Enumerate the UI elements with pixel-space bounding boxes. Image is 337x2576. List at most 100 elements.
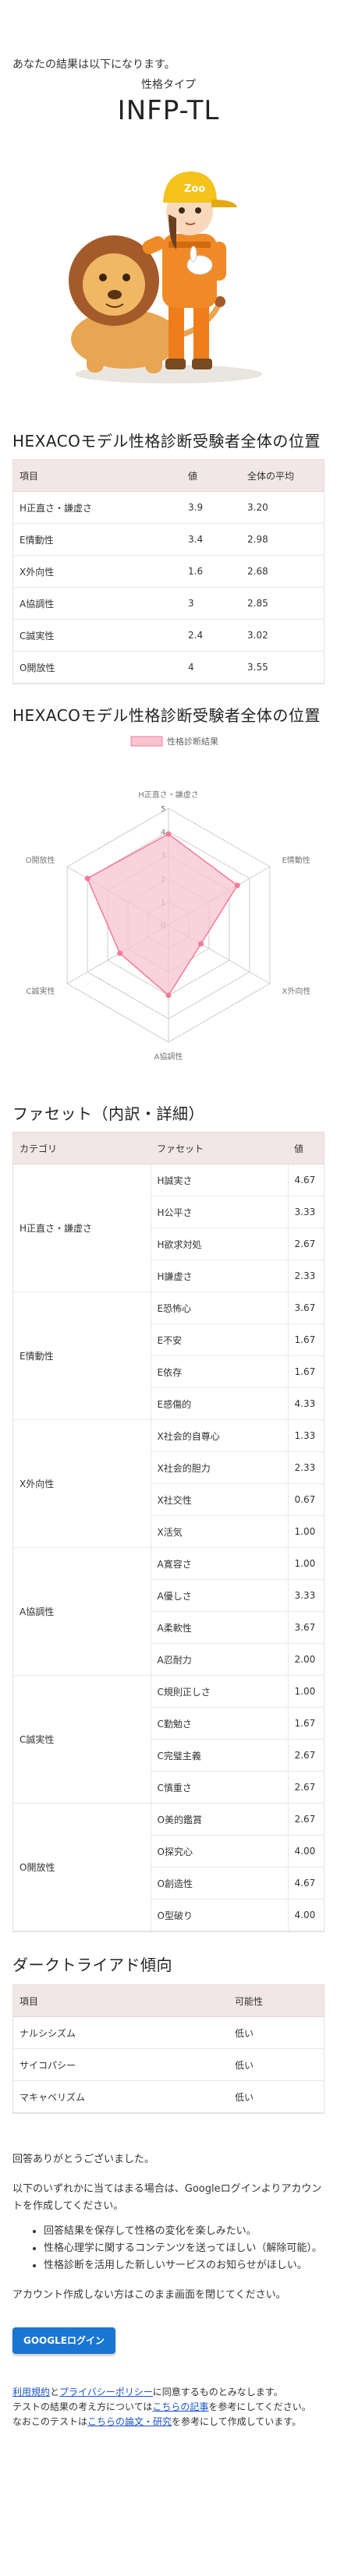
table-row: ナルシシズム 低い bbox=[13, 2016, 324, 2049]
facet-name: O型破り bbox=[151, 1899, 289, 1931]
table-row: A協調性 3 2.85 bbox=[13, 587, 324, 620]
facet-table: カテゴリ ファセット 値 H正直さ・謙虚さ H誠実さ 4.67 H公平さ 3.33 H欲求… bbox=[12, 1132, 325, 1932]
zookeeper-lion-illustration: Zoo bbox=[69, 171, 262, 383]
facet-name: H欲求対処 bbox=[151, 1228, 289, 1260]
data-point bbox=[117, 950, 123, 956]
hexaco-table: 項目 値 全体の平均 H正直さ・謙虚さ 3.9 3.20 E情動性 3.4 2.98 X… bbox=[12, 459, 325, 684]
table-row: サイコパシー 低い bbox=[13, 2048, 324, 2081]
facet-name: X社会的自尊心 bbox=[151, 1419, 289, 1452]
google-login-button[interactable]: GOOGLEログイン bbox=[12, 2327, 115, 2354]
facet-value: 1.00 bbox=[288, 1515, 324, 1548]
facet-name: X社交性 bbox=[151, 1483, 289, 1516]
row-label: A協調性 bbox=[13, 587, 182, 620]
dark-triad-header-possibility: 可能性 bbox=[229, 1985, 324, 2017]
terms-link[interactable]: 利用規約 bbox=[12, 2387, 50, 2398]
axis-label: O開放性 bbox=[26, 855, 55, 865]
article-link[interactable]: こちらの記事 bbox=[152, 2401, 208, 2412]
facet-header-category: カテゴリ bbox=[13, 1133, 151, 1164]
hexaco-header-item: 項目 bbox=[13, 460, 182, 492]
row-value: 低い bbox=[229, 2080, 324, 2113]
cap-text: Zoo bbox=[184, 183, 205, 195]
concept-post-text: を参考にしてください。 bbox=[208, 2401, 311, 2412]
list-item: 回答結果を保存して性格の変化を楽しみたい。 bbox=[44, 2223, 325, 2240]
facet-value: 1.67 bbox=[288, 1355, 324, 1388]
facet-title: ファセット（内訳・詳細） bbox=[12, 1104, 204, 1123]
table-row: H正直さ・謙虚さ H誠実さ 4.67 bbox=[13, 1164, 324, 1292]
row-label: E情動性 bbox=[13, 523, 182, 556]
facet-name: A寛容さ bbox=[151, 1547, 289, 1580]
table-row: X外向性 X社会的自尊心 1.33 bbox=[13, 1419, 324, 1548]
facet-name: C完璧主義 bbox=[151, 1739, 289, 1772]
facet-header-facet: ファセット bbox=[151, 1133, 288, 1164]
facet-value: 4.33 bbox=[288, 1387, 324, 1420]
facet-value: 3.67 bbox=[288, 1611, 324, 1644]
result-page: あなたの結果は以下になります。 性格タイプ INFP-TL Zoo HEXACO… bbox=[0, 56, 337, 2429]
facet-name: O探究心 bbox=[151, 1835, 289, 1868]
row-average: 2.85 bbox=[241, 587, 324, 620]
facet-value: 1.33 bbox=[288, 1419, 324, 1452]
row-average: 3.02 bbox=[241, 619, 324, 652]
facet-name: H謙虚さ bbox=[151, 1260, 289, 1292]
concept-pre-text: テストの結果の考え方については bbox=[12, 2401, 153, 2412]
agree-text: に同意するものとみなします。 bbox=[152, 2387, 283, 2398]
facet-category: O開放性 bbox=[13, 1803, 151, 1931]
table-row: O開放性 4 3.55 bbox=[13, 651, 324, 684]
close-note: アカウント作成しない方はこのまま画面を閉じてください。 bbox=[12, 2289, 286, 2301]
facet-value: 4.00 bbox=[288, 1835, 324, 1868]
row-average: 2.98 bbox=[241, 523, 324, 556]
table-row: E情動性 3.4 2.98 bbox=[13, 523, 324, 556]
intro-text: あなたの結果は以下になります。 bbox=[12, 58, 176, 71]
row-value: 低い bbox=[229, 2048, 324, 2081]
facet-value: 2.67 bbox=[288, 1803, 324, 1836]
facet-category: X外向性 bbox=[13, 1419, 151, 1548]
facet-name: E感傷的 bbox=[151, 1387, 289, 1420]
facet-name: C規則正しさ bbox=[151, 1675, 289, 1708]
table-row: マキャベリズム 低い bbox=[13, 2080, 324, 2113]
table-row: C誠実性 C規則正しさ 1.00 bbox=[13, 1675, 324, 1804]
facet-name: O美的鑑賞 bbox=[151, 1803, 289, 1836]
facet-value: 3.33 bbox=[288, 1579, 324, 1612]
facet-value: 2.00 bbox=[288, 1643, 324, 1676]
table-row: O開放性 O美的鑑賞 2.67 bbox=[13, 1803, 324, 1931]
row-value: 4 bbox=[182, 651, 241, 684]
privacy-policy-link[interactable]: プライバシーポリシー bbox=[59, 2387, 153, 2398]
data-point bbox=[84, 875, 90, 882]
facet-name: H公平さ bbox=[151, 1196, 289, 1228]
facet-value: 2.67 bbox=[288, 1739, 324, 1772]
axis-label: C誠実性 bbox=[27, 986, 55, 996]
facet-name: C勤勉さ bbox=[151, 1707, 289, 1740]
account-message: 回答ありがとうございました。 以下のいずれかに当てはまる場合は、Googleログ… bbox=[12, 2151, 325, 2354]
facet-name: E恐怖心 bbox=[151, 1292, 289, 1324]
type-code: INFP-TL bbox=[117, 95, 220, 126]
row-label: X外向性 bbox=[13, 555, 182, 588]
facet-value: 2.67 bbox=[288, 1771, 324, 1804]
facet-value: 4.67 bbox=[288, 1164, 324, 1196]
facet-value: 3.67 bbox=[288, 1292, 324, 1324]
facet-name: A優しさ bbox=[151, 1579, 289, 1612]
paper-link[interactable]: こちらの論文・研究 bbox=[87, 2416, 172, 2427]
footer-notes: 利用規約とプライバシーポリシーに同意するものとみなします。 テストの結果の考え方… bbox=[12, 2385, 325, 2429]
thanks-text: 回答ありがとうございました。 bbox=[12, 2154, 155, 2165]
axis-label: H正直さ・謙虚さ bbox=[138, 790, 199, 800]
axis-label: E情動性 bbox=[282, 855, 310, 865]
row-label: サイコパシー bbox=[13, 2048, 229, 2081]
facet-name: E依存 bbox=[151, 1355, 289, 1388]
row-label: C誠実性 bbox=[13, 619, 182, 652]
hexaco-header-value: 値 bbox=[182, 460, 241, 492]
concept-line: テストの結果の考え方についてはこちらの記事を参考にしてください。 bbox=[12, 2400, 325, 2415]
terms-line: 利用規約とプライバシーポリシーに同意するものとみなします。 bbox=[12, 2385, 325, 2400]
facet-value: 1.67 bbox=[288, 1323, 324, 1356]
facet-header-value: 値 bbox=[288, 1133, 324, 1164]
facet-value: 1.67 bbox=[288, 1707, 324, 1740]
facet-name: A柔軟性 bbox=[151, 1611, 289, 1644]
facet-value: 4.67 bbox=[288, 1867, 324, 1899]
row-value: 3 bbox=[182, 587, 241, 620]
facet-name: A忍耐力 bbox=[151, 1643, 289, 1676]
row-value: 低い bbox=[229, 2016, 324, 2049]
table-row: C誠実性 2.4 3.02 bbox=[13, 619, 324, 652]
dark-triad-header-item: 項目 bbox=[13, 1985, 229, 2017]
axis-label: X外向性 bbox=[282, 986, 310, 996]
facet-category: E情動性 bbox=[13, 1292, 151, 1420]
tick-label: 5 bbox=[161, 805, 165, 814]
data-point bbox=[198, 941, 204, 947]
